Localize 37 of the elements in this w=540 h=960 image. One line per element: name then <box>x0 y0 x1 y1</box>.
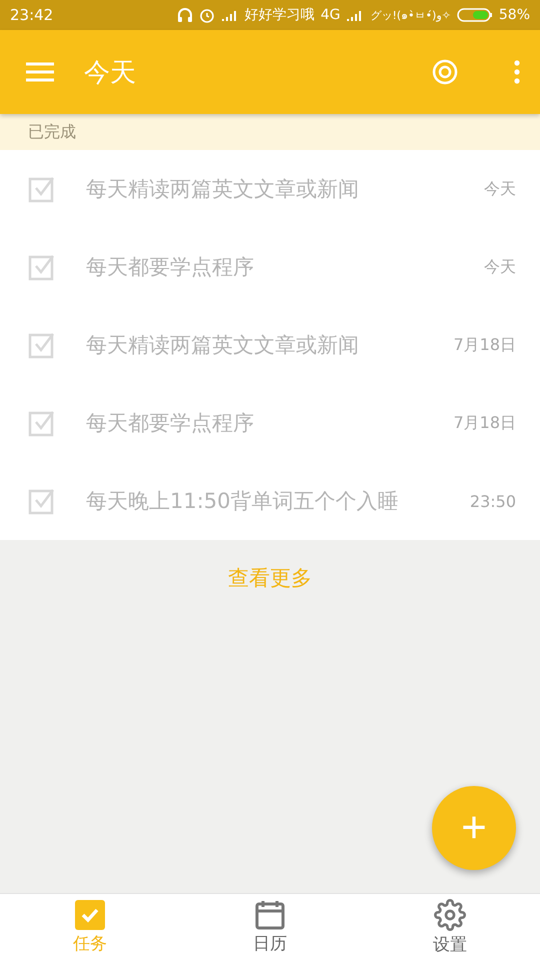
section-title: 已完成 <box>28 122 76 142</box>
checked-checkbox[interactable] <box>28 487 56 515</box>
menu-button[interactable] <box>26 62 54 82</box>
carrier-name: グッ!(๑•̀ㅂ•́)و✧ <box>370 8 451 24</box>
settings-icon <box>434 898 466 930</box>
more-button[interactable] <box>514 60 520 84</box>
task-date: 23:50 <box>470 492 516 510</box>
battery-percent: 58% <box>498 7 530 23</box>
view-more-link[interactable]: 查看更多 <box>228 564 312 592</box>
task-title: 每天精读两篇英文文章或新闻 <box>86 176 360 203</box>
task-title: 每天晚上11:50背单词五个个入睡 <box>86 488 400 515</box>
status-time: 23:42 <box>10 6 54 24</box>
nav-tab[interactable]: 任务 <box>0 894 180 960</box>
task-title: 每天都要学点程序 <box>86 410 255 437</box>
task-title: 每天精读两篇英文文章或新闻 <box>86 332 360 359</box>
nav-tab[interactable]: 设置 <box>360 894 540 960</box>
task-date: 今天 <box>484 178 516 200</box>
carrier-name: 好好学习哦 <box>244 6 315 24</box>
task-title: 每天都要学点程序 <box>86 254 255 281</box>
checked-checkbox[interactable] <box>28 409 56 437</box>
app-title: 今天 <box>84 56 137 90</box>
checked-checkbox[interactable] <box>28 175 56 203</box>
target-button[interactable] <box>432 59 458 85</box>
headphones-icon <box>176 7 193 23</box>
signal-icon <box>220 9 239 21</box>
network-type: 4G <box>320 7 340 23</box>
nav-tab[interactable]: 日历 <box>180 894 360 960</box>
task-date: 7月18日 <box>453 412 516 434</box>
task-date: 今天 <box>484 256 516 278</box>
calendar-icon <box>255 900 285 930</box>
add-button[interactable]: + <box>432 786 516 870</box>
task-date: 7月18日 <box>453 334 516 356</box>
checked-checkbox[interactable] <box>28 331 56 359</box>
alarm-icon <box>198 7 215 23</box>
checkbox-icon <box>75 900 105 930</box>
battery-icon <box>456 8 493 22</box>
checked-checkbox[interactable] <box>28 253 56 281</box>
